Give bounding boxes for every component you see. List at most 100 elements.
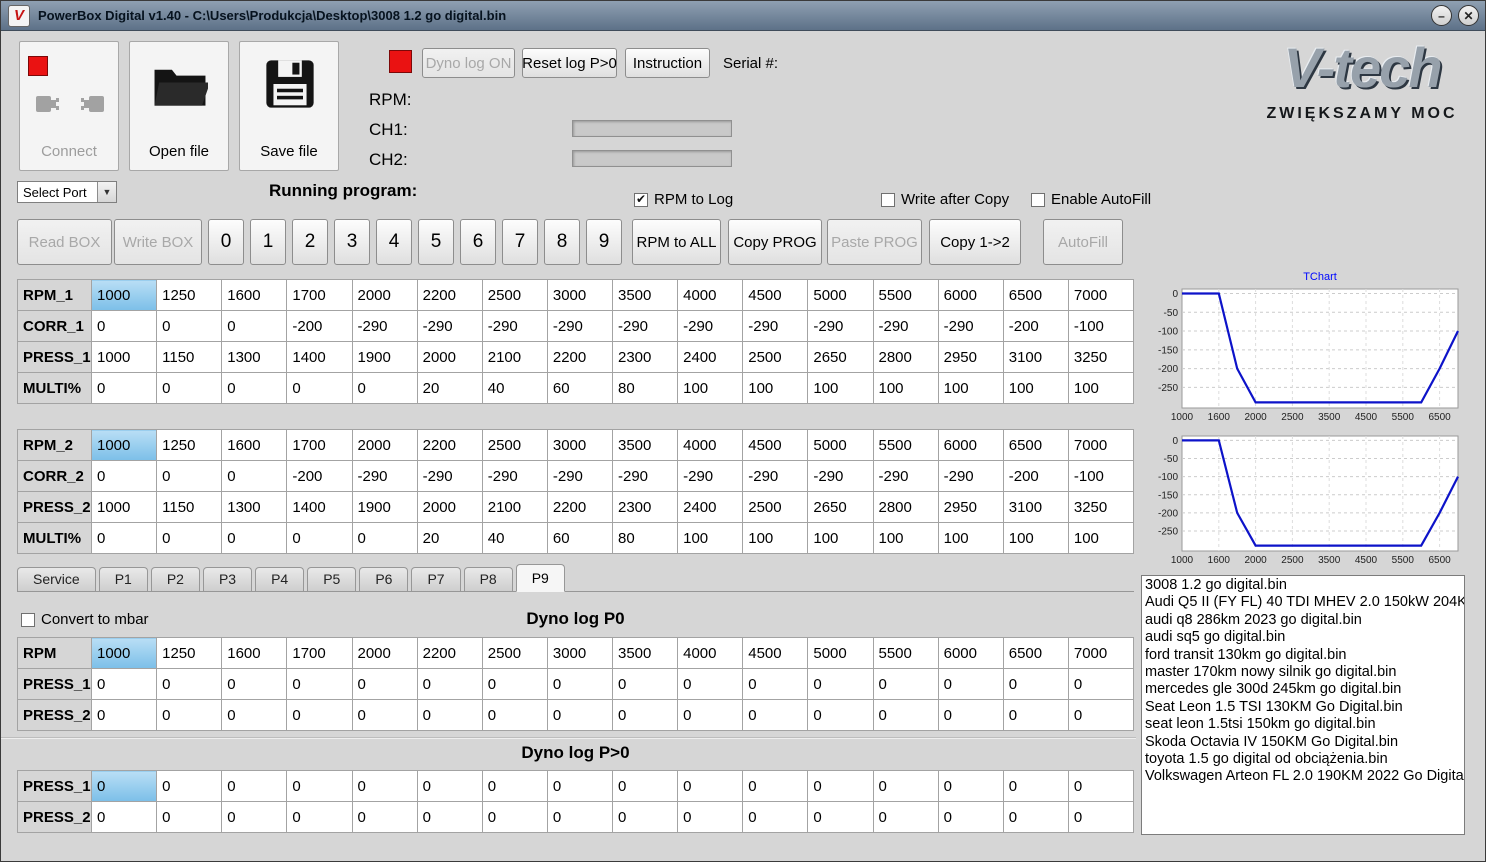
file-list-item[interactable]: Volkswagen Arteon FL 2.0 190KM 2022 Go D… [1142,768,1464,785]
table-cell[interactable]: 2200 [416,429,483,461]
file-list-item[interactable]: 3008 1.2 go digital.bin [1142,577,1464,594]
table-cell[interactable]: 0 [611,668,679,700]
table-cell[interactable]: 40 [481,522,548,554]
table-cell[interactable]: 6000 [937,279,1004,311]
table-cell[interactable]: -290 [677,460,744,492]
table-cell[interactable]: 0 [1002,770,1069,802]
digit-7-button[interactable]: 7 [502,219,538,265]
table-cell[interactable]: 100 [1002,372,1069,404]
rpm-to-all-button[interactable]: RPM to ALL [632,219,721,265]
table-cell[interactable]: 100 [742,372,809,404]
table-cell[interactable]: 0 [221,460,288,492]
table-cell[interactable]: 1150 [156,341,223,373]
table-cell[interactable]: 0 [546,770,614,802]
tab-p1[interactable]: P1 [98,567,148,591]
table-cell[interactable]: 0 [351,770,418,802]
table-cell[interactable]: 2400 [677,341,744,373]
table-cell[interactable]: -290 [872,460,939,492]
table-cell[interactable]: 2500 [742,341,809,373]
table-cell[interactable]: -290 [937,310,1004,342]
table-cell[interactable]: 1700 [286,279,353,311]
table-cell[interactable]: 40 [481,372,548,404]
digit-4-button[interactable]: 4 [376,219,412,265]
table-cell[interactable]: 4000 [677,429,744,461]
table-cell[interactable]: 100 [677,522,744,554]
table-cell[interactable]: 100 [937,522,1004,554]
file-list-item[interactable]: audi q8 286km 2023 go digital.bin [1142,612,1464,629]
table-cell[interactable]: 2800 [872,491,939,523]
table-cell[interactable]: 0 [872,770,939,802]
table-cell[interactable]: 6500 [1002,637,1069,669]
minimize-button[interactable]: – [1431,5,1452,26]
table-cell[interactable]: 2200 [416,279,483,311]
table-cell[interactable]: 2800 [872,341,939,373]
table-cell[interactable]: 2200 [546,491,614,523]
table-cell[interactable]: 0 [286,699,353,731]
file-list-item[interactable]: seat leon 1.5tsi 150km go digital.bin [1142,716,1464,733]
table-cell[interactable]: 1300 [221,341,288,373]
table-cell[interactable]: -290 [481,310,548,342]
table-cell[interactable]: 60 [546,522,614,554]
digit-5-button[interactable]: 5 [418,219,454,265]
reset-log-button[interactable]: Reset log P>0 [522,48,617,78]
table-cell[interactable]: 0 [677,699,744,731]
table-cell[interactable]: 0 [416,699,483,731]
table-cell[interactable]: 2100 [481,341,548,373]
table-cell[interactable]: 0 [156,522,223,554]
table-cell[interactable]: 0 [677,801,744,833]
copy-1-2-button[interactable]: Copy 1->2 [929,219,1021,265]
table-cell[interactable]: 2000 [416,341,483,373]
table-cell[interactable]: 100 [742,522,809,554]
tab-p8[interactable]: P8 [463,567,513,591]
table-cell[interactable]: 5500 [872,279,939,311]
table-cell[interactable]: 0 [677,668,744,700]
instruction-button[interactable]: Instruction [625,48,710,78]
table-cell[interactable]: 0 [611,699,679,731]
table-cell[interactable]: 4500 [742,279,809,311]
table-cell[interactable]: 1700 [286,429,353,461]
table-cell[interactable]: -290 [937,460,1004,492]
table-cell[interactable]: 1300 [221,491,288,523]
table-cell[interactable]: 3000 [546,279,614,311]
table-cell[interactable]: 100 [807,522,874,554]
enable-autofill-checkbox[interactable]: Enable AutoFill [1031,191,1151,208]
table-cell[interactable]: 100 [1002,522,1069,554]
table-cell[interactable]: 7000 [1067,637,1135,669]
table-cell[interactable]: 2500 [481,637,548,669]
table-cell[interactable]: 3500 [611,279,679,311]
table-cell[interactable]: 1000 [90,429,158,461]
table-cell[interactable]: 1400 [286,491,353,523]
table-cell[interactable]: -200 [1002,460,1069,492]
table-cell[interactable]: 0 [742,699,809,731]
table-cell[interactable]: 0 [807,770,874,802]
table-cell[interactable]: 0 [546,699,614,731]
digit-3-button[interactable]: 3 [334,219,370,265]
close-button[interactable]: ✕ [1458,5,1479,26]
table-cell[interactable]: 1600 [221,279,288,311]
table-cell[interactable]: 0 [742,668,809,700]
write-after-copy-checkbox[interactable]: Write after Copy [881,191,1009,208]
table-cell[interactable]: 0 [611,770,679,802]
table-cell[interactable]: 0 [286,770,353,802]
table-cell[interactable]: 2650 [807,341,874,373]
table-cell[interactable]: 0 [1067,668,1135,700]
table-cell[interactable]: 0 [221,770,288,802]
table-cell[interactable]: -290 [611,310,679,342]
table-cell[interactable]: 0 [351,372,418,404]
table-cell[interactable]: 5500 [872,637,939,669]
table-cell[interactable]: -290 [351,460,418,492]
table-cell[interactable]: 2650 [807,491,874,523]
table-cell[interactable]: 0 [546,668,614,700]
table-cell[interactable]: -290 [872,310,939,342]
table-cell[interactable]: 5000 [807,429,874,461]
table-cell[interactable]: 0 [286,668,353,700]
digit-9-button[interactable]: 9 [586,219,622,265]
file-list-item[interactable]: mercedes gle 300d 245km go digital.bin [1142,681,1464,698]
table-cell[interactable]: -200 [286,460,353,492]
table-cell[interactable]: 0 [221,372,288,404]
table-cell[interactable]: 80 [611,522,679,554]
file-list-item[interactable]: ford transit 130km go digital.bin [1142,647,1464,664]
table-cell[interactable]: 1250 [156,429,223,461]
tab-p9[interactable]: P9 [515,564,565,592]
table-cell[interactable]: 0 [156,460,223,492]
